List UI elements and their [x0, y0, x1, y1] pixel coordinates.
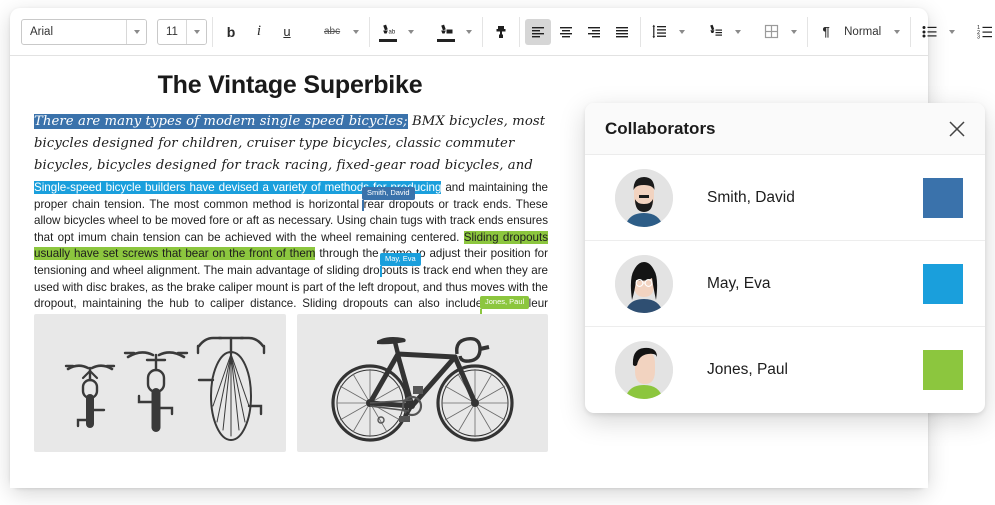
format-painter-button[interactable] — [488, 19, 514, 45]
collaborators-panel: Collaborators Smith, David — [585, 103, 985, 413]
cursor-flag-smith-david: Smith, David — [362, 187, 415, 200]
paragraph-style-value[interactable]: Normal — [841, 26, 887, 38]
collaborator-color-swatch[interactable] — [923, 264, 963, 304]
toolbar-group-text-style: b i u abc — [213, 17, 370, 47]
toolbar-group-lists: 123 — [911, 17, 995, 47]
paragraph-2[interactable]: Single-speed bicycle builders have devis… — [34, 180, 548, 329]
collaborator-color-swatch[interactable] — [923, 178, 963, 218]
underline-icon: u — [283, 24, 290, 39]
font-size-value: 11 — [158, 20, 186, 44]
image-bicycles-front-view[interactable] — [34, 314, 286, 452]
toolbar-group-format-painter — [483, 17, 520, 47]
align-right-button[interactable] — [581, 19, 607, 45]
collaborator-name: May, Eva — [673, 275, 923, 293]
paragraph-style-chevron-down-icon[interactable] — [889, 19, 905, 45]
italic-button[interactable]: i — [246, 19, 272, 45]
chevron-down-icon[interactable] — [186, 20, 206, 44]
font-color-bar — [437, 39, 455, 42]
toolbar-group-paragraph-style: ¶ Normal — [808, 17, 911, 47]
line-spacing-chevron-down-icon[interactable] — [674, 19, 690, 45]
strikethrough-chevron-down-icon[interactable] — [348, 19, 364, 45]
close-icon[interactable] — [945, 117, 969, 141]
line-spacing-button[interactable] — [646, 19, 672, 45]
formatting-toolbar: Arial 11 b i u abc — [10, 8, 928, 56]
toolbar-group-spacing-shading — [641, 17, 808, 47]
text-highlight-color-button[interactable]: ab — [375, 19, 401, 45]
collaborator-row-smith-david[interactable]: Smith, David — [585, 155, 985, 241]
font-size-select[interactable]: 11 — [157, 19, 207, 45]
collaborator-row-jones-paul[interactable]: Jones, Paul — [585, 327, 985, 413]
toolbar-group-alignment — [520, 17, 641, 47]
numbered-list-button[interactable]: 123 — [972, 19, 995, 45]
collaborator-name: Smith, David — [673, 189, 923, 207]
avatar — [615, 341, 673, 399]
avatar — [615, 255, 673, 313]
underline-button[interactable]: u — [274, 19, 300, 45]
selection-highlight-blue: There are many types of modern single sp… — [34, 114, 408, 129]
align-justify-button[interactable] — [609, 19, 635, 45]
italic-icon: i — [257, 23, 261, 40]
svg-text:ab: ab — [389, 29, 396, 35]
paragraph-mark-icon: ¶ — [813, 19, 839, 45]
font-color-button[interactable] — [433, 19, 459, 45]
bulleted-list-chevron-down-icon[interactable] — [944, 19, 960, 45]
collaborators-panel-header: Collaborators — [585, 103, 985, 155]
shading-chevron-down-icon[interactable] — [730, 19, 746, 45]
align-center-button[interactable] — [553, 19, 579, 45]
page-title: The Vintage Superbike — [10, 71, 570, 100]
collaborator-color-swatch[interactable] — [923, 350, 963, 390]
cursor-flag-jones-paul: Jones, Paul — [480, 296, 529, 309]
chevron-down-icon[interactable] — [126, 20, 146, 44]
collaborator-name: Jones, Paul — [673, 361, 923, 379]
image-bicycle-side-view[interactable] — [297, 314, 548, 452]
avatar — [615, 169, 673, 227]
bulleted-list-button[interactable] — [916, 19, 942, 45]
bold-icon: b — [227, 24, 236, 40]
strikethrough-icon: abc — [324, 26, 340, 37]
highlight-chevron-down-icon[interactable] — [403, 19, 419, 45]
toolbar-group-font: Arial 11 — [16, 17, 213, 47]
font-family-select[interactable]: Arial — [21, 19, 147, 45]
cursor-flag-may-eva: May, Eva — [380, 253, 421, 266]
font-color-chevron-down-icon[interactable] — [461, 19, 477, 45]
svg-text:3: 3 — [977, 35, 980, 40]
align-left-button[interactable] — [525, 19, 551, 45]
collaborator-row-may-eva[interactable]: May, Eva — [585, 241, 985, 327]
highlight-color-bar — [379, 39, 397, 42]
font-family-value: Arial — [22, 20, 126, 44]
borders-button[interactable] — [758, 19, 784, 45]
borders-chevron-down-icon[interactable] — [786, 19, 802, 45]
bold-button[interactable]: b — [218, 19, 244, 45]
toolbar-group-colors: ab — [370, 17, 483, 47]
shading-button[interactable] — [702, 19, 728, 45]
strikethrough-button[interactable]: abc — [318, 19, 346, 45]
collaborators-panel-title: Collaborators — [605, 119, 716, 139]
